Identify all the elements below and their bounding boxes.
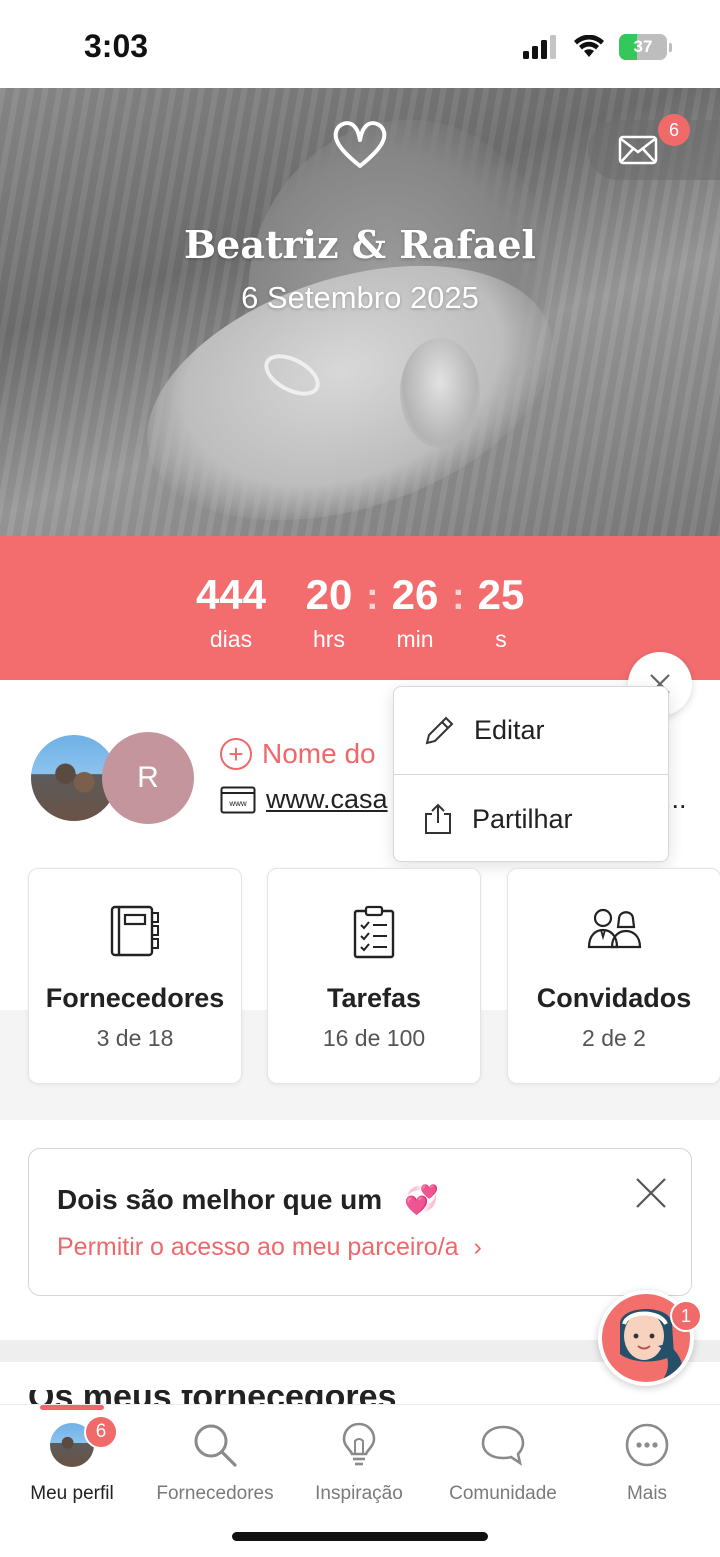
countdown-banner: 444 dias 20 hrs : 26 min : 25 s <box>0 536 720 680</box>
lightbulb-icon <box>342 1422 376 1466</box>
nav-label: Meu perfil <box>30 1483 114 1504</box>
countdown-separator: : <box>366 576 379 618</box>
more-icon <box>625 1423 669 1467</box>
card-title: Convidados <box>536 983 692 1013</box>
section-heading: Os meus fornecedores <box>28 1390 408 1404</box>
active-tab-indicator <box>40 1405 104 1410</box>
card-fornecedores[interactable]: Fornecedores 3 de 18 <box>28 868 242 1084</box>
nav-item-comunidade[interactable]: Comunidade <box>431 1419 575 1505</box>
status-time: 3:03 <box>84 28 149 64</box>
countdown-days: 444 dias <box>195 571 267 652</box>
add-name-button[interactable]: + Nome do <box>220 738 376 770</box>
countdown-seconds: 25 s <box>477 571 525 652</box>
status-bar: 3:03 37 <box>0 0 720 88</box>
signal-icon <box>523 35 556 59</box>
menu-item-label: Partilhar <box>472 803 573 834</box>
nav-item-inspiracao[interactable]: Inspiração <box>287 1419 431 1505</box>
envelope-icon <box>618 135 658 165</box>
wifi-icon <box>574 35 604 57</box>
nav-item-meu-perfil[interactable]: Meu perfil <box>0 1419 144 1505</box>
plus-icon: + <box>220 738 252 770</box>
partner-access-link[interactable]: Permitir o acesso ao meu parceiro/a › <box>57 1233 482 1262</box>
couple-names: Beatriz & Rafael <box>184 222 536 267</box>
nav-label: Fornecedores <box>156 1483 274 1504</box>
pencil-icon <box>425 716 454 744</box>
checklist-icon <box>353 905 395 959</box>
nav-label: Comunidade <box>449 1483 557 1504</box>
website-url: www.casa <box>266 784 388 814</box>
messages-badge: 6 <box>658 114 690 146</box>
status-icons: 37 <box>523 34 672 60</box>
card-title: Fornecedores <box>45 983 225 1013</box>
countdown-minutes: 26 min <box>391 571 439 652</box>
wedding-date: 6 Setembro 2025 <box>241 280 479 315</box>
guests-icon <box>587 908 642 949</box>
card-title: Tarefas <box>326 983 422 1013</box>
heart-logo-icon <box>333 121 387 168</box>
share-icon <box>425 803 451 834</box>
add-name-label: Nome do <box>262 738 376 769</box>
menu-item-label: Editar <box>474 715 545 745</box>
menu-item-edit[interactable]: Editar <box>394 687 668 775</box>
profile-options-menu: Editar Partilhar <box>393 686 669 862</box>
card-count: 2 de 2 <box>582 1025 646 1051</box>
chevron-right-icon: › <box>473 1233 482 1261</box>
website-link[interactable]: www www.casa <box>220 784 388 815</box>
partner-access-banner: Dois são melhor que um 💞 Permitir o aces… <box>28 1148 692 1296</box>
partner-avatar[interactable]: R <box>102 732 194 824</box>
card-tarefas[interactable]: Tarefas 16 de 100 <box>267 868 481 1084</box>
nav-label: Inspiração <box>315 1483 403 1504</box>
messages-button[interactable]: 6 <box>588 114 720 180</box>
countdown-hours: 20 hrs <box>305 571 353 652</box>
notebook-icon <box>110 905 159 957</box>
hearts-icon: 💞 <box>403 1184 439 1215</box>
battery-level: 37 <box>633 37 653 56</box>
card-count: 16 de 100 <box>322 1025 426 1051</box>
battery-icon: 37 <box>619 34 667 60</box>
svg-text:www: www <box>228 799 247 808</box>
www-icon: www <box>220 786 256 813</box>
chat-bubble-icon <box>481 1425 525 1466</box>
banner-title: Dois são melhor que um 💞 <box>57 1184 439 1215</box>
profile-badge: 6 <box>84 1415 118 1449</box>
close-icon[interactable] <box>633 1175 669 1211</box>
assistant-badge: 1 <box>670 1300 702 1332</box>
countdown-separator: : <box>452 576 465 618</box>
menu-item-share[interactable]: Partilhar <box>394 775 668 863</box>
search-icon <box>194 1424 237 1467</box>
nav-label: Mais <box>626 1483 668 1504</box>
home-indicator <box>232 1532 488 1541</box>
card-count: 3 de 18 <box>96 1025 174 1051</box>
nav-item-mais[interactable]: Mais <box>575 1419 719 1505</box>
hero-photo: Beatriz & Rafael 6 Setembro 2025 6 <box>0 88 720 538</box>
card-convidados[interactable]: Convidados 2 de 2 <box>507 868 720 1084</box>
nav-item-fornecedores[interactable]: Fornecedores <box>143 1419 287 1505</box>
